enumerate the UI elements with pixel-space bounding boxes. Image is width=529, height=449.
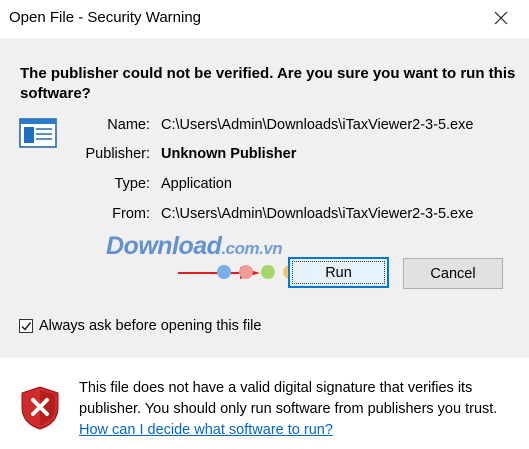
from-label: From: (112, 206, 150, 222)
type-label: Type: (114, 176, 150, 192)
window-title: Open File - Security Warning (9, 9, 202, 26)
type-value: Application (161, 176, 232, 192)
shield-warning-icon (21, 386, 59, 430)
watermark-brand: Download (106, 232, 222, 260)
run-button[interactable]: Run (288, 257, 389, 288)
watermark-domain: .com.vn (221, 239, 283, 258)
watermark-dot (261, 265, 275, 279)
checkbox-label: Always ask before opening this file (39, 318, 262, 334)
watermark-dot (217, 265, 231, 279)
close-button[interactable] (491, 8, 511, 28)
always-ask-checkbox[interactable]: Always ask before opening this file (19, 318, 261, 334)
cancel-button[interactable]: Cancel (403, 258, 503, 289)
dialog-content: The publisher could not be verified. Are… (0, 38, 529, 358)
warning-panel: This file does not have a valid digital … (0, 358, 529, 449)
security-question: The publisher could not be verified. Are… (20, 65, 516, 102)
close-icon (494, 11, 508, 25)
checkbox-box[interactable] (19, 319, 33, 333)
watermark-dot (239, 265, 253, 279)
name-label: Name: (107, 117, 150, 133)
warning-message: This file does not have a valid digital … (79, 378, 519, 441)
publisher-value: Unknown Publisher (161, 146, 297, 162)
help-link[interactable]: How can I decide what software to run? (79, 422, 333, 438)
from-value: C:\Users\Admin\Downloads\iTaxViewer2-3-5… (161, 206, 474, 222)
cancel-button-label: Cancel (430, 265, 476, 282)
name-value: C:\Users\Admin\Downloads\iTaxViewer2-3-5… (161, 117, 474, 133)
focus-rectangle (292, 261, 385, 284)
checkmark-icon (21, 322, 32, 331)
download-watermark: Download.com.vn (106, 232, 283, 261)
title-bar: Open File - Security Warning (0, 0, 529, 38)
warning-text: This file does not have a valid digital … (79, 380, 498, 417)
publisher-label: Publisher: (85, 146, 150, 162)
